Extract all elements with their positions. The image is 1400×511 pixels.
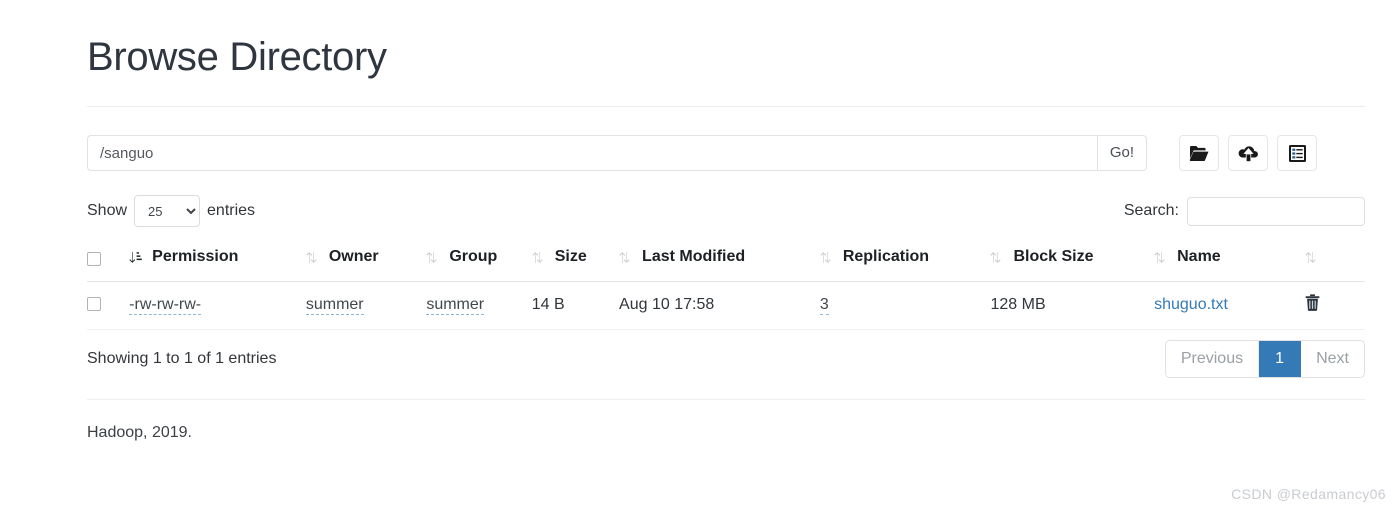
directory-listing-table: Permission Owner Group Size Last Modifie… xyxy=(87,242,1365,330)
table-header: Permission Owner Group Size Last Modifie… xyxy=(87,242,1365,282)
cell-block-size: 128 MB xyxy=(990,281,1155,330)
file-name-link[interactable]: shuguo.txt xyxy=(1154,296,1228,313)
cell-size: 14 B xyxy=(531,281,620,330)
entries-info: Showing 1 to 1 of 1 entries xyxy=(87,349,277,367)
sort-both-icon xyxy=(820,251,832,264)
footer-credit: Hadoop, 2019. xyxy=(87,423,192,441)
cell-group: summer xyxy=(426,281,532,330)
cell-permission: -rw-rw-rw- xyxy=(129,281,306,330)
path-toolbar: Go! xyxy=(87,135,1365,171)
pagination-previous[interactable]: Previous xyxy=(1165,340,1260,377)
pagination-next[interactable]: Next xyxy=(1301,340,1364,377)
cell-owner: summer xyxy=(305,281,427,330)
page-title: Browse Directory xyxy=(87,35,387,79)
column-header-permission[interactable]: Permission xyxy=(129,242,306,282)
column-header-block-size[interactable]: Block Size xyxy=(990,242,1155,282)
sort-both-icon xyxy=(532,251,544,264)
delete-file-button[interactable] xyxy=(1305,293,1320,314)
path-input-group: Go! xyxy=(87,135,1147,171)
table-footer: Showing 1 to 1 of 1 entries Previous 1 N… xyxy=(87,339,1365,378)
sort-both-icon xyxy=(619,251,631,264)
pagination-page-1[interactable]: 1 xyxy=(1259,340,1302,377)
replication-value[interactable]: 3 xyxy=(819,295,829,315)
search-input[interactable] xyxy=(1187,196,1365,226)
entries-label: entries xyxy=(207,202,256,219)
permission-value[interactable]: -rw-rw-rw- xyxy=(129,295,202,315)
column-header-delete[interactable] xyxy=(1304,242,1365,282)
browse-directory-page: Browse Directory Go! xyxy=(87,0,1365,442)
column-label-replication: Replication xyxy=(842,248,930,265)
sort-both-icon xyxy=(306,251,318,264)
owner-value[interactable]: summer xyxy=(305,295,364,315)
trash-icon xyxy=(1305,293,1320,314)
page-length-control: Show 25 entries xyxy=(87,195,255,227)
sort-both-icon xyxy=(990,251,1002,264)
row-checkbox[interactable] xyxy=(87,297,101,312)
column-header-last-modified[interactable]: Last Modified xyxy=(619,242,820,282)
column-label-last-modified: Last Modified xyxy=(642,248,746,265)
column-label-group: Group xyxy=(449,248,498,265)
column-label-block-size: Block Size xyxy=(1013,248,1094,265)
upload-file-icon xyxy=(1238,145,1259,162)
cut-paste-button[interactable] xyxy=(1277,135,1317,171)
column-label-owner: Owner xyxy=(328,248,379,265)
sort-both-icon xyxy=(426,251,438,264)
column-header-name[interactable]: Name xyxy=(1154,242,1305,282)
cut-paste-icon xyxy=(1288,144,1307,163)
cell-delete xyxy=(1304,281,1365,330)
select-all-checkbox[interactable] xyxy=(87,252,101,267)
watermark: CSDN @Redamancy06 xyxy=(1231,486,1386,502)
sort-both-icon xyxy=(1154,251,1166,264)
search-label: Search: xyxy=(1123,202,1179,219)
row-select-cell[interactable] xyxy=(87,281,130,330)
search-control: Search: xyxy=(1123,196,1365,226)
column-header-select-all[interactable] xyxy=(87,242,130,282)
cell-last-modified: Aug 10 17:58 xyxy=(619,281,820,330)
column-header-replication[interactable]: Replication xyxy=(819,242,991,282)
new-directory-icon xyxy=(1189,145,1209,162)
table-header-row: Permission Owner Group Size Last Modifie… xyxy=(87,242,1365,282)
sort-descending-icon xyxy=(129,251,142,264)
sort-both-icon xyxy=(1305,251,1317,264)
show-label: Show xyxy=(87,202,128,219)
title-divider xyxy=(87,106,1365,107)
column-header-size[interactable]: Size xyxy=(531,242,620,282)
cell-name: shuguo.txt xyxy=(1154,281,1305,330)
table-controls: Show 25 entries Search: xyxy=(87,194,1365,228)
page-length-select[interactable]: 25 xyxy=(134,195,201,227)
column-header-group[interactable]: Group xyxy=(426,242,532,282)
column-header-owner[interactable]: Owner xyxy=(305,242,427,282)
table-body: -rw-rw-rw- summer summer 14 B Aug 10 17:… xyxy=(87,281,1365,330)
column-label-permission: Permission xyxy=(152,248,239,265)
directory-path-input[interactable] xyxy=(87,135,1097,171)
column-label-size: Size xyxy=(554,248,587,265)
table-row: -rw-rw-rw- summer summer 14 B Aug 10 17:… xyxy=(87,281,1365,330)
go-button[interactable]: Go! xyxy=(1096,135,1147,171)
upload-files-button[interactable] xyxy=(1228,135,1268,171)
pagination: Previous 1 Next xyxy=(1164,339,1365,378)
new-directory-button[interactable] xyxy=(1179,135,1219,171)
cell-replication: 3 xyxy=(819,281,991,330)
directory-action-buttons xyxy=(1179,135,1317,171)
group-value[interactable]: summer xyxy=(426,295,485,315)
footer-divider xyxy=(87,398,1365,400)
column-label-name: Name xyxy=(1177,248,1221,265)
